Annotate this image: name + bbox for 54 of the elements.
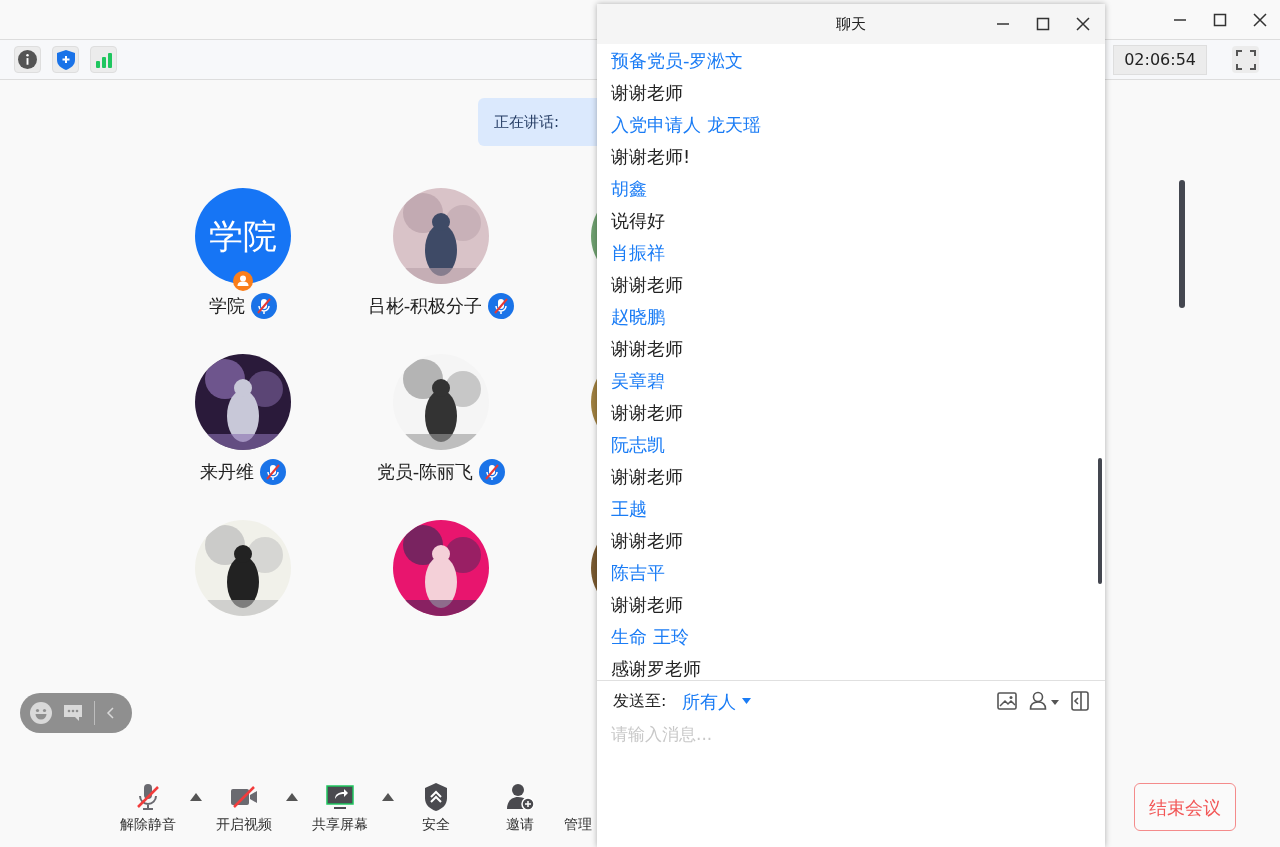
- maximize-button[interactable]: [1212, 11, 1228, 28]
- message-text: 谢谢老师: [611, 401, 683, 425]
- message-text: 谢谢老师: [611, 273, 683, 297]
- meeting-timer: 02:06:54: [1113, 44, 1207, 75]
- caret-icon[interactable]: [382, 793, 394, 801]
- caret-icon[interactable]: [190, 793, 202, 801]
- message-text: 谢谢老师: [611, 337, 683, 361]
- sender-name: 阮志凯: [611, 433, 665, 457]
- sender-name: 肖振祥: [611, 241, 665, 265]
- participant-name: 来丹维: [200, 460, 254, 484]
- close-button[interactable]: [1075, 16, 1091, 32]
- security-control[interactable]: 安全: [394, 781, 478, 835]
- info-icon: [18, 50, 37, 69]
- maximize-button[interactable]: [1035, 16, 1051, 32]
- send-to-label: 发送至:: [613, 690, 667, 712]
- sender-name: 赵晓鹏: [611, 305, 665, 329]
- sender-name: 陈吉平: [611, 561, 665, 585]
- scrollbar-thumb[interactable]: [1179, 180, 1185, 308]
- caret-icon[interactable]: [286, 793, 298, 801]
- invite-icon: [504, 781, 536, 813]
- sender-name: 胡鑫: [611, 177, 647, 201]
- participant-name: 吕彬-积极分子: [367, 294, 483, 318]
- sender-name: 生命 王玲: [611, 625, 689, 649]
- fullscreen-button[interactable]: [1232, 46, 1259, 73]
- info-button[interactable]: [14, 46, 41, 73]
- scrollbar-thumb[interactable]: [1098, 458, 1102, 584]
- image-icon[interactable]: [997, 692, 1017, 710]
- close-button[interactable]: [1252, 11, 1268, 28]
- signal-icon: [94, 51, 113, 68]
- sender-name: 吴章碧: [611, 369, 665, 393]
- manage-control[interactable]: 管理: [564, 781, 592, 835]
- split-view-icon[interactable]: [1071, 691, 1089, 711]
- message-text: 谢谢老师: [611, 593, 683, 617]
- caret-icon: [742, 698, 752, 704]
- user-dropdown-icon[interactable]: [1029, 691, 1059, 711]
- message-text: 谢谢老师: [611, 529, 683, 553]
- sender-name: 预备党员-罗淞文: [611, 49, 744, 73]
- share-control[interactable]: 共享屏幕: [298, 781, 382, 835]
- participant-name: 学院: [209, 294, 245, 318]
- invite-control[interactable]: 邀请: [478, 781, 562, 835]
- message-text: 说得好: [611, 209, 665, 233]
- message-text: 感谢罗老师: [611, 657, 701, 680]
- fullscreen-icon: [1235, 49, 1256, 70]
- recipient-dropdown[interactable]: 所有人: [682, 687, 752, 715]
- message-text: 谢谢老师!: [611, 145, 691, 169]
- security-button[interactable]: [52, 46, 79, 73]
- message-text: 谢谢老师: [611, 465, 683, 489]
- shield-icon: [56, 49, 75, 70]
- avatar: 学院: [195, 188, 291, 284]
- participant-name: 党员-陈丽飞: [376, 460, 474, 484]
- sender-name: 王越: [611, 497, 647, 521]
- video-control[interactable]: 开启视频: [202, 781, 286, 835]
- chat-title: 聊天: [836, 13, 866, 35]
- mic-control[interactable]: 解除静音: [106, 781, 190, 835]
